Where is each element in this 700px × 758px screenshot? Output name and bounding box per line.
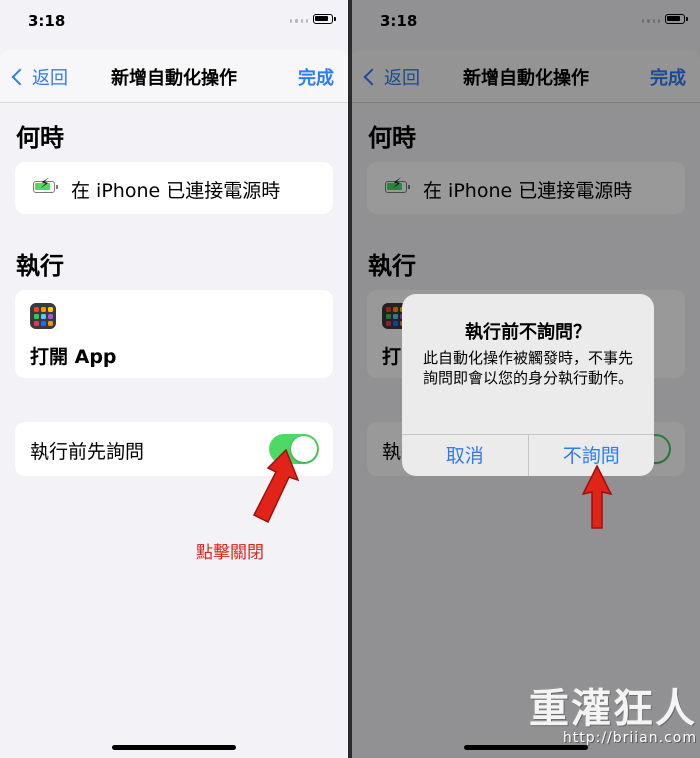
- red-arrow-icon: [252, 448, 300, 524]
- alert-buttons: 取消 不詢問: [402, 434, 654, 476]
- alert-title: 執行前不詢問？: [465, 322, 591, 343]
- nav-bar: 返回 新增自動化操作 完成: [0, 50, 348, 103]
- when-heading: 何時: [16, 124, 64, 152]
- red-arrow-icon: [581, 464, 613, 529]
- sheet: [0, 50, 348, 758]
- nav-title: 新增自動化操作: [111, 68, 237, 89]
- status-bar: 3:18: [0, 0, 348, 44]
- alert-message: 此自動化操作被觸發時，不事先詢問即會以您的身分執行動作。: [422, 349, 633, 387]
- status-battery-icon: [313, 14, 336, 24]
- cancel-button[interactable]: 取消: [402, 435, 528, 476]
- watermark: 重灌狂人 http://briian.com: [487, 676, 697, 746]
- do-heading: 執行: [16, 252, 64, 280]
- watermark-brand: 重灌狂人: [529, 685, 697, 732]
- signal-icon: [290, 19, 308, 25]
- trigger-row[interactable]: ⚡ 在 iPhone 已連接電源時: [15, 162, 333, 214]
- done-button[interactable]: 完成: [298, 64, 334, 90]
- bolt-icon: ⚡: [40, 176, 50, 192]
- action-label: 打開 App: [30, 346, 117, 368]
- left-screen: 3:18 返回 新增自動化操作 完成 何時 ⚡ 在 iPhone 已連接電源時 …: [0, 0, 348, 758]
- status-time: 3:18: [28, 12, 66, 30]
- app-grid-icon: [30, 303, 56, 329]
- action-card[interactable]: 打開 App: [15, 290, 333, 378]
- right-screen: 3:18 返回 新增自動化操作 完成 何時 ⚡ 在 iPhone 已連接電源時 …: [352, 0, 700, 758]
- hint-label: 點擊關閉: [196, 543, 264, 563]
- confirm-alert: 執行前不詢問？ 此自動化操作被觸發時，不事先詢問即會以您的身分執行動作。 取消 …: [402, 294, 654, 476]
- home-indicator: [112, 745, 236, 750]
- trigger-label: 在 iPhone 已連接電源時: [71, 180, 281, 202]
- ask-before-label: 執行前先詢問: [30, 441, 145, 463]
